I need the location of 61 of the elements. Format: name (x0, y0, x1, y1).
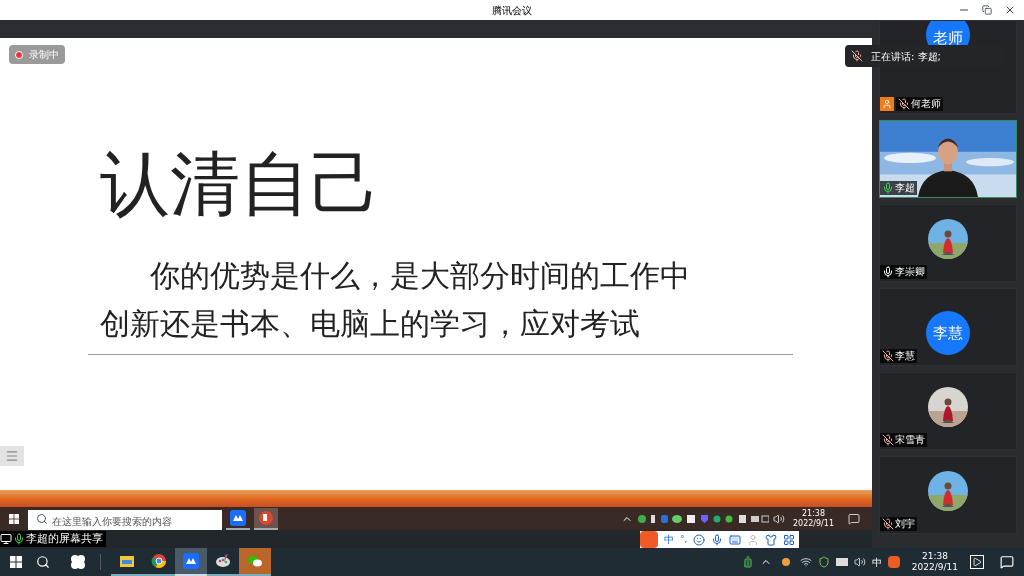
participant-tile[interactable]: 李慧 李慧 (879, 288, 1017, 366)
participant-tile[interactable]: 刘宇 (879, 456, 1017, 534)
close-icon[interactable] (1004, 4, 1016, 16)
keyboard-icon[interactable] (729, 533, 742, 546)
play-icon[interactable] (970, 555, 984, 569)
taskbar-app[interactable] (226, 507, 250, 530)
notification-icon[interactable] (848, 512, 860, 525)
participant-tile[interactable]: 李超 (879, 120, 1017, 198)
tray-icons[interactable] (835, 558, 848, 566)
ime-logo-icon (640, 531, 658, 548)
screen-share-icon (0, 533, 12, 545)
input-method[interactable]: 中 (871, 554, 882, 570)
start-icon[interactable] (9, 513, 19, 524)
voice-icon[interactable] (711, 533, 724, 546)
shield-icon[interactable] (817, 556, 830, 568)
participant-tile[interactable]: 宋雪青 (879, 372, 1017, 450)
wifi-icon[interactable] (799, 556, 812, 568)
participant-name: 李崇卿 (895, 267, 925, 277)
taskbar-app[interactable] (254, 507, 278, 530)
restore-icon[interactable] (982, 5, 992, 15)
participant-name: 李超 (895, 183, 915, 193)
participant-name: 李慧 (895, 351, 915, 361)
search-field[interactable]: 在这里输入你要搜索的内容 (28, 510, 222, 532)
punctuation-toggle[interactable]: °, (680, 532, 688, 547)
participant-name: 刘宇 (895, 519, 915, 529)
fan-icon[interactable] (70, 554, 86, 570)
ime-logo-icon[interactable] (887, 556, 900, 568)
volume-icon[interactable] (772, 512, 785, 525)
meeting-app-icon (230, 509, 246, 526)
muted-mic-icon (851, 50, 863, 62)
participant-tile[interactable]: 李崇卿 (879, 204, 1017, 282)
battery-icon[interactable] (741, 556, 754, 568)
ime-mode[interactable]: 中 (664, 532, 674, 547)
search-icon (36, 512, 48, 525)
clock-time: 21:38 (801, 508, 825, 519)
palette-icon (215, 553, 231, 569)
volume-icon[interactable] (853, 556, 866, 568)
folder-icon (119, 553, 135, 569)
search-icon[interactable] (36, 555, 50, 569)
participant-name: 何老师 (911, 99, 941, 109)
clock-date: 2022/9/11 (792, 518, 834, 529)
clock-date: 2022/9/11 (911, 562, 958, 573)
meeting-app-icon (183, 553, 199, 569)
browser-icon (151, 553, 167, 569)
mic-icon (13, 533, 25, 545)
avatar: 李慧 (926, 311, 970, 355)
slide-title: 认清自己 (100, 144, 381, 224)
presentation-app-icon (258, 509, 274, 526)
toolbox-icon[interactable] (783, 533, 796, 546)
window-title: 腾讯会议 (492, 3, 532, 18)
ime-toolbar[interactable]: 中 °, (640, 531, 800, 548)
emoji-icon[interactable] (693, 533, 706, 546)
skin-icon[interactable] (765, 533, 778, 546)
clock-time: 21:38 (921, 551, 948, 562)
share-label: 李超的屏幕共享 (0, 531, 106, 547)
slide-text: 创新还是书本、电脑上的学习，应对考试 (100, 305, 641, 343)
chat-app-icon (247, 553, 263, 569)
participant-name: 宋雪青 (895, 435, 925, 445)
slide-text: 你的优势是什么，是大部分时间的工作中 (149, 257, 691, 295)
start-icon[interactable] (10, 556, 22, 568)
tray-icons[interactable] (636, 513, 769, 524)
